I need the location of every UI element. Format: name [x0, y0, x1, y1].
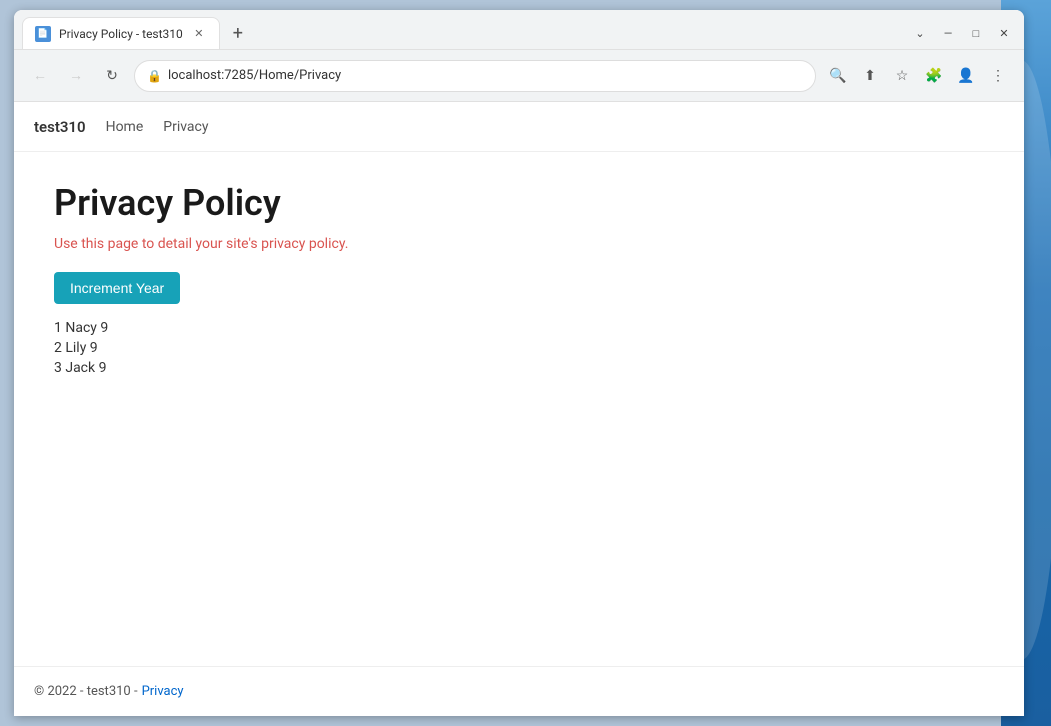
- menu-icon[interactable]: ⋮: [984, 62, 1012, 90]
- footer-privacy-link[interactable]: Privacy: [142, 684, 184, 699]
- increment-year-button[interactable]: Increment Year: [54, 272, 180, 304]
- page-title: Privacy Policy: [54, 182, 984, 224]
- site-navbar: test310 Home Privacy: [14, 102, 1024, 152]
- browser-window: 📄 Privacy Policy - test310 ✕ + ⌄ — □ ✕ ←…: [14, 10, 1024, 716]
- maximize-button[interactable]: □: [964, 21, 988, 45]
- browser-tab[interactable]: 📄 Privacy Policy - test310 ✕: [22, 17, 220, 49]
- nav-link-privacy[interactable]: Privacy: [163, 119, 208, 135]
- item-3: 3 Jack 9: [54, 360, 106, 376]
- share-icon[interactable]: ⬆: [856, 62, 884, 90]
- title-bar: 📄 Privacy Policy - test310 ✕ + ⌄ — □ ✕: [14, 10, 1024, 50]
- toolbar-icons: 🔍 ⬆ ☆ 🧩 👤 ⋮: [824, 62, 1012, 90]
- chevron-button[interactable]: ⌄: [908, 21, 932, 45]
- site-footer: © 2022 - test310 - Privacy: [14, 666, 1024, 716]
- tab-title: Privacy Policy - test310: [59, 27, 183, 41]
- refresh-button[interactable]: ↻: [98, 62, 126, 90]
- extensions-icon[interactable]: 🧩: [920, 62, 948, 90]
- new-tab-button[interactable]: +: [224, 19, 252, 47]
- back-button[interactable]: ←: [26, 62, 54, 90]
- data-list: 1 Nacy 9 2 Lily 9 3 Jack 9: [54, 320, 984, 376]
- window-controls: ⌄ — □ ✕: [908, 21, 1016, 45]
- main-content: Privacy Policy Use this page to detail y…: [14, 152, 1024, 666]
- search-icon[interactable]: 🔍: [824, 62, 852, 90]
- lock-icon: 🔒: [147, 69, 162, 83]
- address-bar: ← → ↻ 🔒 localhost:7285/Home/Privacy 🔍 ⬆ …: [14, 50, 1024, 102]
- list-item: 3 Jack 9: [54, 360, 984, 376]
- tab-close-button[interactable]: ✕: [191, 26, 207, 42]
- item-1: 1 Nacy 9: [54, 320, 108, 336]
- minimize-button[interactable]: —: [936, 21, 960, 45]
- close-button[interactable]: ✕: [992, 21, 1016, 45]
- tab-favicon: 📄: [35, 26, 51, 42]
- list-item: 2 Lily 9: [54, 340, 984, 356]
- url-bar[interactable]: 🔒 localhost:7285/Home/Privacy: [134, 60, 816, 92]
- profile-icon[interactable]: 👤: [952, 62, 980, 90]
- item-2: 2 Lily 9: [54, 340, 98, 356]
- footer-copyright: © 2022 - test310 -: [34, 684, 138, 699]
- bookmark-icon[interactable]: ☆: [888, 62, 916, 90]
- forward-button[interactable]: →: [62, 62, 90, 90]
- site-brand-link[interactable]: test310: [34, 118, 86, 136]
- nav-link-home[interactable]: Home: [106, 119, 144, 135]
- list-item: 1 Nacy 9: [54, 320, 984, 336]
- url-text: localhost:7285/Home/Privacy: [168, 68, 803, 83]
- page-subtitle: Use this page to detail your site's priv…: [54, 236, 984, 252]
